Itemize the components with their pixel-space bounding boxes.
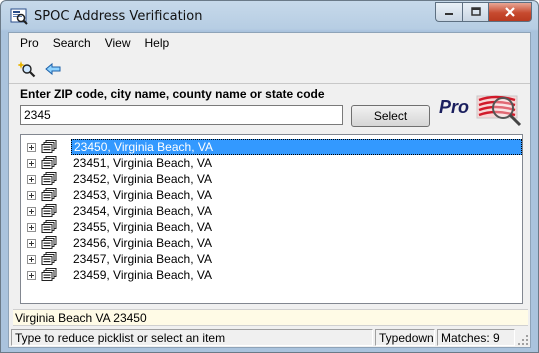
document-stack-icon (41, 236, 57, 250)
stamp-magnifier-icon (476, 95, 522, 127)
list-item[interactable]: 23450, Virginia Beach, VA (21, 139, 522, 155)
minimize-button[interactable] (435, 2, 462, 22)
menu-search[interactable]: Search (46, 33, 98, 53)
client-area: Pro Search View Help Enter ZIP code, cit… (8, 32, 531, 348)
list-item[interactable]: 23453, Virginia Beach, VA (21, 187, 522, 203)
document-stack-icon (41, 140, 57, 154)
status-matches: Matches: 9 (437, 329, 515, 346)
results-list[interactable]: 23450, Virginia Beach, VA 23451, Virginia… (20, 134, 523, 304)
search-label: Enter ZIP code, city name, county name o… (20, 87, 325, 101)
list-item[interactable]: 23459, Virginia Beach, VA (21, 267, 522, 283)
list-item-label: 23451, Virginia Beach, VA (73, 156, 212, 170)
list-item-label: 23452, Virginia Beach, VA (73, 172, 212, 186)
maximize-button[interactable] (462, 2, 488, 22)
pro-logo: Pro (437, 89, 525, 131)
minimize-icon (445, 13, 453, 15)
expand-plus-icon[interactable] (27, 143, 36, 152)
close-button[interactable] (488, 2, 532, 22)
expand-plus-icon[interactable] (27, 271, 36, 280)
status-bar: Type to reduce picklist or select an ite… (9, 328, 530, 347)
selected-address: Virginia Beach VA 23450 (13, 309, 528, 326)
maximize-icon (470, 7, 481, 16)
document-stack-icon (41, 204, 57, 218)
document-stack-icon (41, 268, 57, 282)
list-item-label: 23459, Virginia Beach, VA (73, 268, 212, 282)
back-button[interactable] (42, 58, 64, 80)
menu-bar: Pro Search View Help (9, 33, 530, 53)
list-item-label: 23457, Virginia Beach, VA (73, 252, 212, 266)
list-item-label: 23456, Virginia Beach, VA (73, 236, 212, 250)
caption-buttons (435, 2, 532, 22)
list-item[interactable]: 23452, Virginia Beach, VA (21, 171, 522, 187)
expand-plus-icon[interactable] (27, 255, 36, 264)
menu-view[interactable]: View (98, 33, 138, 53)
list-item[interactable]: 23455, Virginia Beach, VA (21, 219, 522, 235)
select-button[interactable]: Select (351, 105, 430, 127)
title-bar[interactable]: SPOC Address Verification (1, 1, 538, 32)
list-item[interactable]: 23457, Virginia Beach, VA (21, 251, 522, 267)
toolbar (9, 54, 530, 84)
resize-grip-icon[interactable] (517, 334, 529, 346)
document-stack-icon (41, 172, 57, 186)
list-item-label: 23454, Virginia Beach, VA (73, 204, 212, 218)
menu-help[interactable]: Help (138, 33, 177, 53)
expand-plus-icon[interactable] (27, 159, 36, 168)
menu-pro[interactable]: Pro (13, 33, 46, 53)
expand-plus-icon[interactable] (27, 223, 36, 232)
expand-plus-icon[interactable] (27, 207, 36, 216)
close-icon (505, 7, 515, 17)
status-hint: Type to reduce picklist or select an ite… (11, 329, 373, 346)
expand-plus-icon[interactable] (27, 191, 36, 200)
magnifier-sparkle-icon (18, 61, 36, 78)
expand-plus-icon[interactable] (27, 239, 36, 248)
list-item[interactable]: 23454, Virginia Beach, VA (21, 203, 522, 219)
spoc-app-icon (10, 7, 28, 25)
search-input[interactable]: 2345 (20, 105, 343, 125)
expand-plus-icon[interactable] (27, 175, 36, 184)
document-stack-icon (41, 220, 57, 234)
document-stack-icon (41, 156, 57, 170)
back-arrow-icon (45, 62, 61, 76)
list-item[interactable]: 23456, Virginia Beach, VA (21, 235, 522, 251)
window-title: SPOC Address Verification (34, 9, 203, 24)
list-item-label: 23453, Virginia Beach, VA (73, 188, 212, 202)
status-mode: Typedown (375, 329, 435, 346)
list-item-label: 23455, Virginia Beach, VA (73, 220, 212, 234)
new-search-button[interactable] (16, 58, 38, 80)
document-stack-icon (41, 252, 57, 266)
list-item-label: 23450, Virginia Beach, VA (71, 139, 522, 155)
list-item[interactable]: 23451, Virginia Beach, VA (21, 155, 522, 171)
main-window: SPOC Address Verification Pro Search Vie… (0, 0, 539, 353)
document-stack-icon (41, 188, 57, 202)
